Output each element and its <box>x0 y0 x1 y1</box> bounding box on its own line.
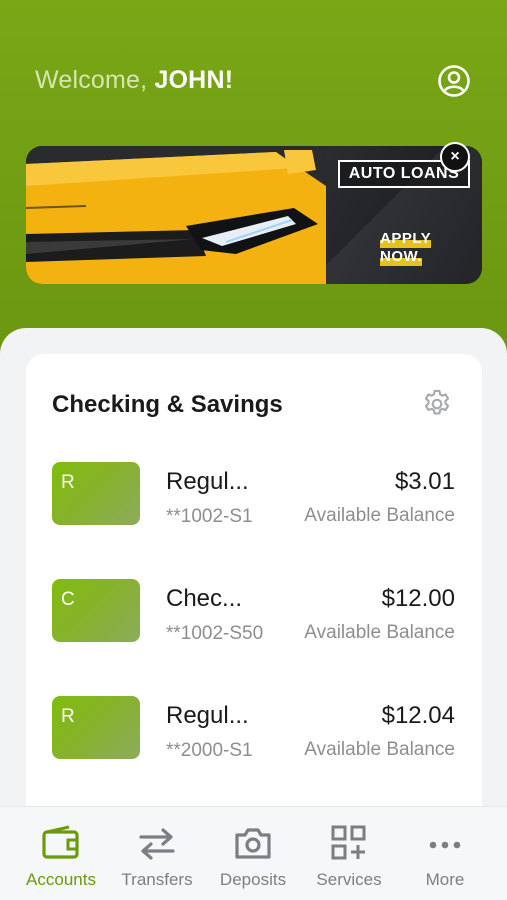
banner-close-button[interactable]: × <box>440 142 470 172</box>
nav-services[interactable]: Services <box>299 807 399 900</box>
account-initial: R <box>61 472 75 493</box>
account-avatar: R <box>52 696 140 759</box>
welcome-message: Welcome, JOHN! <box>35 66 233 95</box>
settings-button[interactable] <box>420 387 454 421</box>
nav-deposits[interactable]: Deposits <box>203 807 303 900</box>
nav-label: Transfers <box>121 870 193 889</box>
nav-label: More <box>425 870 465 889</box>
auto-loans-banner[interactable]: AUTO LOANS APPLY NOW. <box>26 146 482 284</box>
account-balance: $12.04 <box>381 702 455 729</box>
camera-icon <box>235 828 271 859</box>
account-name: Regul... <box>166 468 249 495</box>
nav-label: Services <box>316 870 382 889</box>
banner-cta-line1: APPLY <box>380 230 432 248</box>
nav-transfers[interactable]: Transfers <box>107 807 207 900</box>
account-row[interactable]: R Regul... **2000-S1 $12.04 Available Ba… <box>0 696 507 796</box>
account-avatar: C <box>52 579 140 642</box>
account-avatar: R <box>52 462 140 525</box>
account-row[interactable]: C Chec... **1002-S50 $12.00 Available Ba… <box>0 579 507 679</box>
banner-cta-line2: NOW. <box>380 248 422 266</box>
user-name: JOHN! <box>154 66 234 94</box>
balance-label: Available Balance <box>304 739 455 760</box>
bottom-nav: Accounts Transfers Deposits Services Mor… <box>0 806 507 900</box>
banner-cta[interactable]: APPLY NOW. <box>380 230 432 266</box>
welcome-prefix: Welcome, <box>35 66 148 94</box>
nav-label: Accounts <box>26 870 96 889</box>
user-circle-icon <box>438 65 470 97</box>
close-icon: × <box>450 148 460 165</box>
more-dots-icon <box>429 841 461 849</box>
nav-accounts[interactable]: Accounts <box>11 807 111 900</box>
account-initial: R <box>61 706 75 727</box>
gear-icon <box>424 389 450 415</box>
grid-plus-icon <box>331 825 366 860</box>
car-image <box>26 146 326 284</box>
account-row[interactable]: R Regul... **1002-S1 $3.01 Available Bal… <box>0 462 507 562</box>
balance-label: Available Balance <box>304 622 455 643</box>
account-name: Regul... <box>166 702 249 729</box>
account-name: Chec... <box>166 585 243 612</box>
account-balance: $3.01 <box>394 468 455 495</box>
wallet-icon <box>42 825 79 859</box>
account-number: **1002-S50 <box>166 623 264 644</box>
account-number: **2000-S1 <box>166 740 253 761</box>
transfer-arrows-icon <box>139 828 175 860</box>
balance-label: Available Balance <box>304 505 455 526</box>
nav-more[interactable]: More <box>395 807 495 900</box>
account-balance: $12.00 <box>381 585 455 612</box>
nav-label: Deposits <box>219 870 287 889</box>
account-initial: C <box>61 589 75 610</box>
card-title: Checking & Savings <box>52 391 283 418</box>
profile-button[interactable] <box>437 64 471 98</box>
account-number: **1002-S1 <box>166 506 253 527</box>
